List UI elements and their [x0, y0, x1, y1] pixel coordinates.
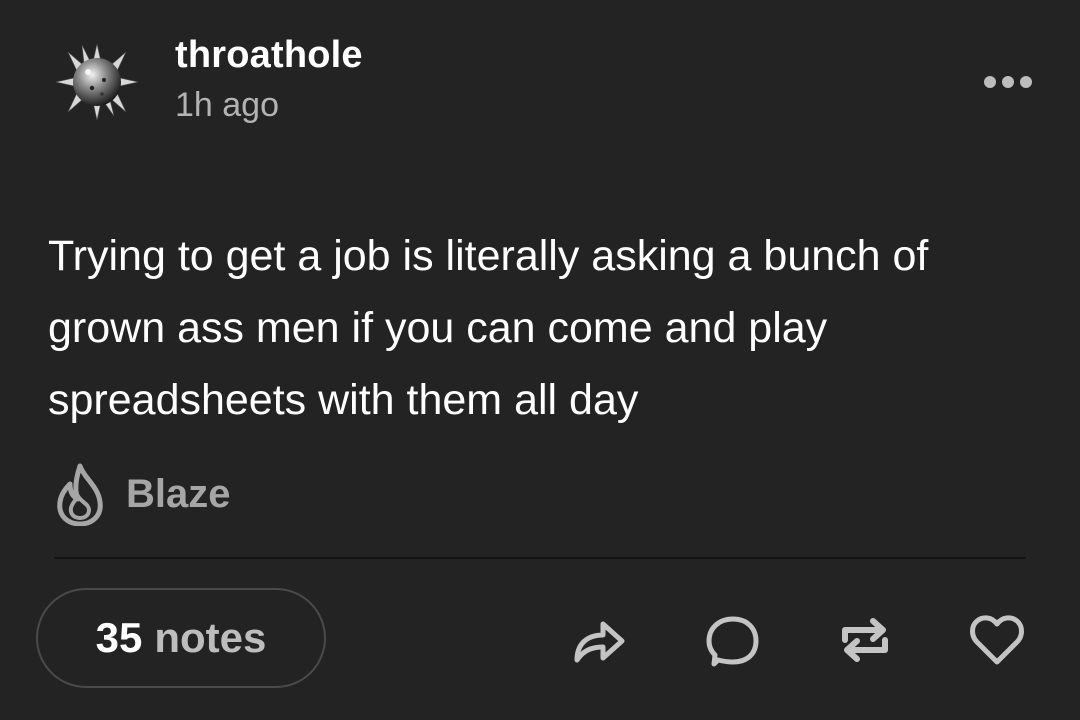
heart-icon [970, 615, 1024, 665]
notes-label: notes [154, 614, 267, 661]
notes-button[interactable]: 35 notes [36, 588, 326, 688]
avatar[interactable] [54, 42, 140, 122]
post-body: Trying to get a job is literally asking … [48, 232, 929, 424]
reblog-button[interactable] [833, 608, 897, 672]
more-options-button[interactable] [980, 66, 1036, 98]
more-dot [984, 76, 996, 88]
like-button[interactable] [965, 608, 1029, 672]
flame-icon [57, 463, 103, 526]
username[interactable]: throathole [175, 34, 363, 77]
more-dot [1002, 76, 1014, 88]
post-timestamp: 1h ago [175, 86, 279, 124]
comment-button[interactable] [700, 608, 764, 672]
blaze-button[interactable]: Blaze [54, 458, 231, 530]
comment-icon [706, 616, 759, 667]
share-icon [574, 621, 625, 663]
share-button[interactable] [567, 608, 631, 672]
reblog-icon [842, 618, 888, 662]
blaze-label: Blaze [126, 471, 231, 516]
notes-count: 35 [95, 614, 143, 661]
more-dot [1020, 76, 1032, 88]
divider [54, 557, 1026, 559]
